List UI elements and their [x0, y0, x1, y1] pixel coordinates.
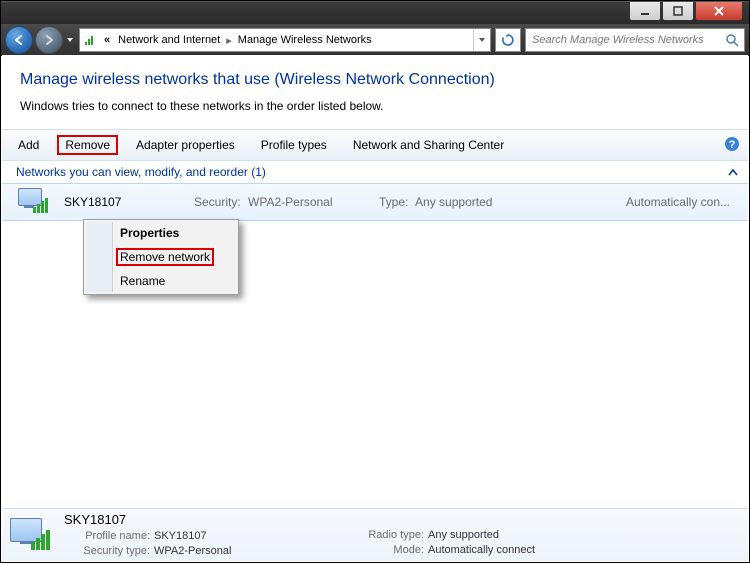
network-icon [18, 188, 50, 216]
remove-button[interactable]: Remove [57, 135, 118, 155]
details-profile-value: SKY18107 [154, 530, 207, 542]
titlebar [1, 1, 749, 24]
security-value: WPA2-Personal [248, 195, 332, 209]
security-label: Security: [194, 195, 241, 209]
signal-icon [82, 32, 98, 48]
details-profile-label: Profile name: [64, 529, 150, 544]
maximize-button[interactable] [662, 2, 694, 21]
network-name: SKY18107 [64, 195, 194, 209]
breadcrumb-seg-manage[interactable]: Manage Wireless Networks [234, 29, 376, 51]
details-name: SKY18107 [64, 512, 354, 527]
menu-item-properties[interactable]: Properties [86, 222, 236, 244]
page-description: Windows tries to connect to these networ… [20, 99, 730, 113]
address-bar[interactable]: « Network and Internet ▸ Manage Wireless… [79, 28, 491, 52]
group-header[interactable]: Networks you can view, modify, and reord… [2, 161, 748, 183]
type-value: Any supported [415, 195, 492, 209]
refresh-button[interactable] [495, 28, 521, 52]
details-security-value: WPA2-Personal [154, 545, 231, 557]
details-pane: SKY18107 Profile name: SKY18107 Security … [2, 508, 748, 561]
minimize-button[interactable] [629, 2, 661, 21]
adapter-properties-button[interactable]: Adapter properties [128, 136, 243, 154]
window-buttons [628, 2, 743, 21]
help-icon[interactable]: ? [724, 136, 740, 152]
close-button[interactable] [695, 2, 743, 21]
details-radio-label: Radio type: [354, 528, 424, 543]
back-button[interactable] [5, 26, 33, 54]
breadcrumb-overflow[interactable]: « [100, 29, 114, 51]
group-header-label: Networks you can view, modify, and reord… [16, 165, 266, 179]
details-radio-value: Any supported [428, 529, 499, 541]
add-button[interactable]: Add [10, 136, 47, 154]
search-input[interactable] [530, 33, 724, 47]
context-menu: Properties Remove network Rename [83, 219, 239, 295]
menu-item-remove-network[interactable]: Remove network [86, 244, 236, 270]
explorer-navbar: « Network and Internet ▸ Manage Wireless… [1, 24, 749, 56]
auto-connect-value: Automatically con... [626, 195, 730, 209]
network-sharing-center-button[interactable]: Network and Sharing Center [345, 136, 512, 154]
recent-pages-dropdown-icon[interactable] [65, 33, 75, 47]
chevron-right-icon[interactable]: ▸ [224, 34, 234, 47]
page-title: Manage wireless networks that use (Wirel… [20, 71, 730, 89]
forward-button[interactable] [35, 26, 63, 54]
command-toolbar: Add Remove Adapter properties Profile ty… [2, 129, 748, 161]
search-icon [724, 32, 740, 48]
details-mode-value: Automatically connect [428, 544, 535, 556]
content-area: Manage wireless networks that use (Wirel… [2, 55, 748, 561]
search-box[interactable] [525, 28, 745, 52]
details-mode-label: Mode: [354, 543, 424, 558]
menu-item-rename[interactable]: Rename [86, 270, 236, 292]
wireless-networks-window: « Network and Internet ▸ Manage Wireless… [0, 0, 750, 563]
address-dropdown[interactable] [473, 29, 490, 51]
details-security-label: Security type: [64, 544, 150, 559]
breadcrumb-seg-network[interactable]: Network and Internet [114, 29, 224, 51]
network-list-item[interactable]: SKY18107 Security: WPA2-Personal Type: A… [2, 183, 748, 221]
svg-text:?: ? [729, 139, 736, 151]
profile-types-button[interactable]: Profile types [253, 136, 335, 154]
details-network-icon [10, 516, 54, 554]
type-label: Type: [379, 195, 408, 209]
collapse-group-icon[interactable] [728, 167, 738, 181]
